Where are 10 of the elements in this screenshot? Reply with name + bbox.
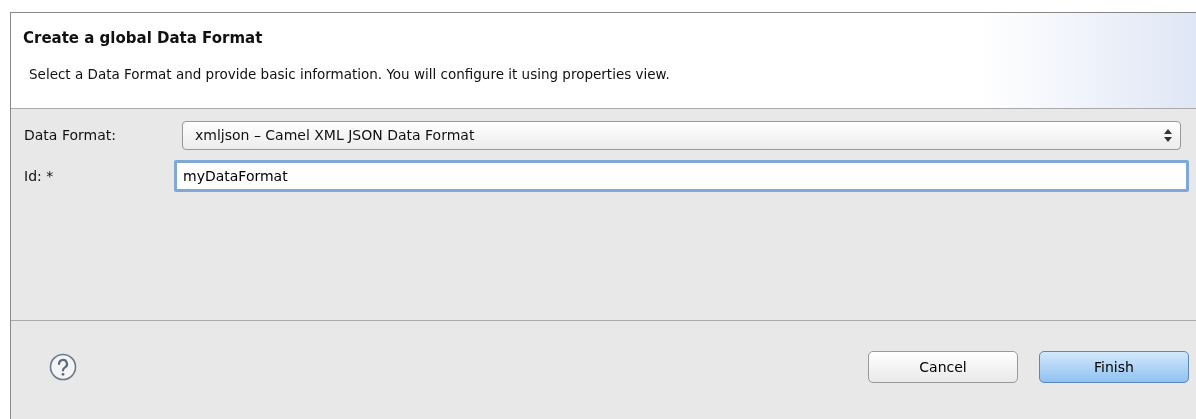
help-icon[interactable]	[49, 353, 77, 381]
dialog-button[interactable]: Finish	[1039, 351, 1189, 383]
field-label: Data Format:	[24, 126, 117, 145]
data-format-dropdown[interactable]: xmljson – Camel XML JSON Data Format	[182, 121, 1181, 150]
dialog-title: Create a global Data Format	[23, 28, 264, 49]
dialog-description: Select a Data Format and provide basic information. You will configure it using properties view.	[28, 64, 671, 84]
dialog-button[interactable]: Cancel	[868, 351, 1018, 383]
stepper-arrows-icon	[1164, 129, 1172, 142]
id-input-field[interactable]: myDataFormat	[174, 160, 1189, 192]
field-label: Id: *	[24, 166, 55, 186]
